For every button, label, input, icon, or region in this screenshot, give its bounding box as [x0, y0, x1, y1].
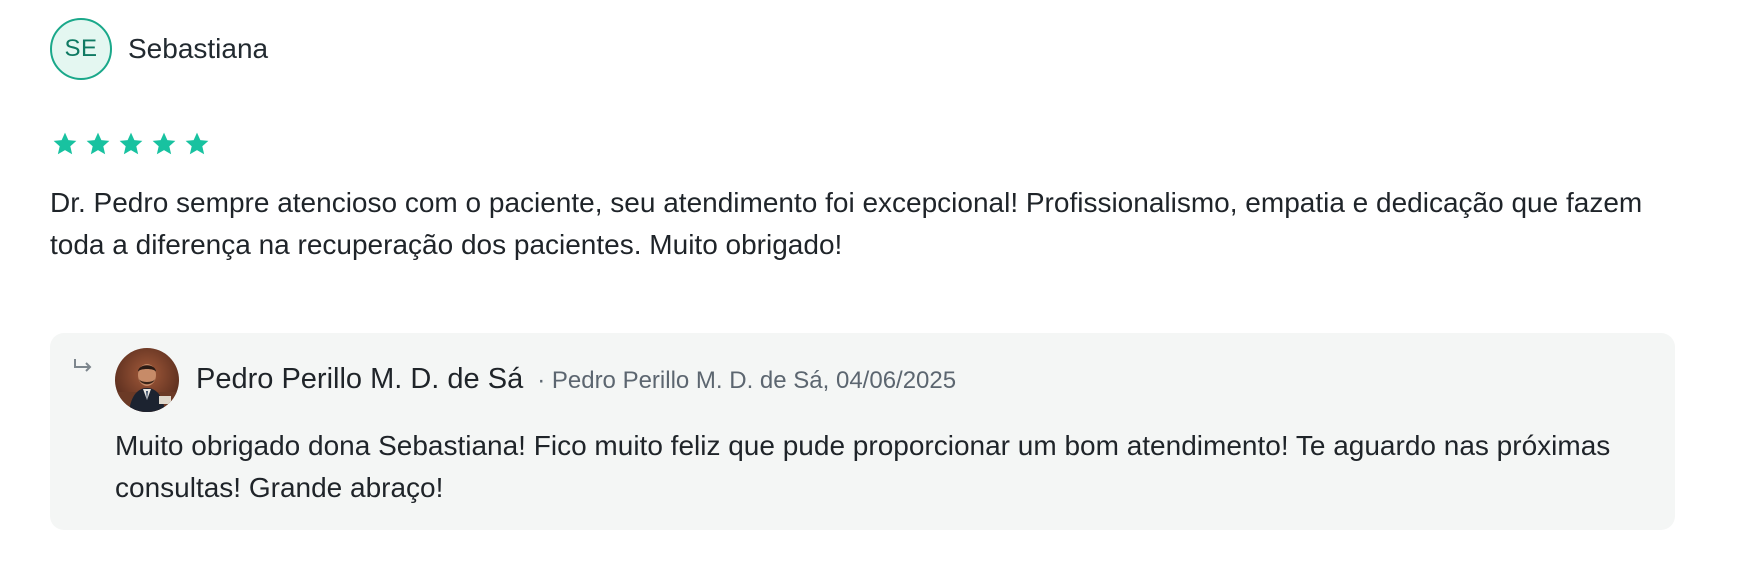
reply-arrow-icon — [74, 359, 92, 372]
reviewer-initials-avatar: SE — [50, 18, 112, 80]
doctor-avatar — [115, 348, 179, 412]
reviewer-name: Sebastiana — [128, 33, 269, 64]
reply-meta: · Pedro Perillo M. D. de Sá, 04/06/2025 — [537, 367, 957, 394]
star-icon — [119, 132, 143, 155]
star-icon — [86, 132, 110, 155]
reply-header: Pedro Perillo M. D. de Sá · Pedro Perill… — [196, 363, 956, 396]
star-icon — [53, 132, 77, 155]
reviewer-header: SE Sebastiana — [50, 18, 268, 80]
reply-text: Muito obrigado dona Sebastiana! Fico mui… — [115, 430, 1611, 503]
review-text: Dr. Pedro sempre atencioso com o pacient… — [50, 187, 1643, 260]
doctor-photo-avatar-icon — [115, 348, 179, 412]
review-card: SE Sebastiana Dr. Pedro sempre atencioso… — [0, 0, 1764, 577]
star-rating — [52, 131, 210, 157]
star-icon — [152, 132, 176, 155]
reply-author: Pedro Perillo M. D. de Sá — [196, 363, 524, 395]
star-icon — [185, 132, 209, 155]
doctor-reply: Pedro Perillo M. D. de Sá · Pedro Perill… — [50, 333, 1675, 530]
